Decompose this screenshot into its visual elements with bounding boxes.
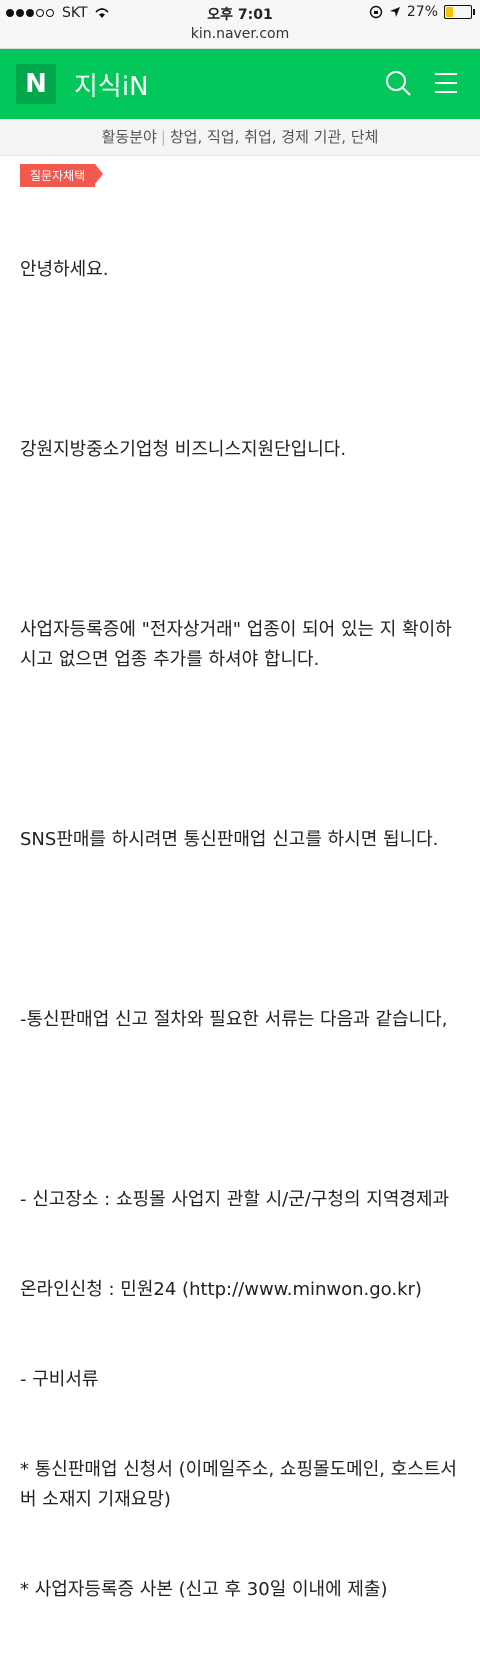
answer-line [20,735,460,765]
answer-line: 안녕하세요. [20,259,109,280]
status-bar: SKT 오후 7:01 27% [0,0,480,26]
answer-line: * 사업자등록증 사본 (신고 후 30일 이내에 제출) [20,1579,388,1600]
naver-logo[interactable]: N [16,64,56,104]
menu-icon[interactable] [432,69,460,97]
answer-line: SNS판매를 하시려면 통신판매업 신고를 하시면 됩니다. [20,829,439,850]
answer-line: - 구비서류 [20,1369,99,1390]
breadcrumb-label: 활동분야 [101,128,157,146]
url-bar[interactable]: kin.naver.com [0,26,480,49]
answer-section: 질문자채택 안녕하세요. 강원지방중소기업청 비즈니스지원단입니다. 사업자등록… [0,156,480,1665]
battery-icon [444,5,475,19]
answer-line: -통신판매업 신고 절차와 필요한 서류는 다음과 같습니다, [20,1009,448,1030]
rotation-lock-icon [369,5,383,19]
category-breadcrumb: 활동분야 | 창업, 직업, 취업, 경제 기관, 단체 [0,119,480,156]
answer-line [20,525,460,555]
battery-percent: 27% [406,4,438,20]
answer-line: 온라인신청 : 민원24 (http://www.minwon.go.kr) [20,1279,422,1300]
search-icon[interactable] [384,69,412,97]
answer-line: - 신고장소 : 쇼핑몰 사업지 관할 시/군/구청의 지역경제과 [20,1189,450,1210]
answer-line: * 통신판매업 신청서 (이메일주소, 쇼핑몰도메인, 호스트서버 소재지 기재… [20,1459,457,1510]
answer-line: 강원지방중소기업청 비즈니스지원단입니다. [20,439,347,460]
adopted-badge: 질문자채택 [20,164,104,187]
breadcrumb-category[interactable]: 창업, 직업, 취업, 경제 기관, 단체 [170,128,379,146]
answer-body: 안녕하세요. 강원지방중소기업청 비즈니스지원단입니다. 사업자등록증에 "전자… [20,195,460,1665]
answer-line [20,915,460,945]
answer-line [20,1095,460,1125]
answer-line: 사업자등록증에 "전자상거래" 업종이 되어 있는 지 확이하시고 없으면 업종… [20,619,452,670]
answer-line [20,345,460,375]
app-header: N 지식iN [0,49,480,119]
page-title[interactable]: 지식iN [74,66,149,103]
location-icon [389,7,400,17]
